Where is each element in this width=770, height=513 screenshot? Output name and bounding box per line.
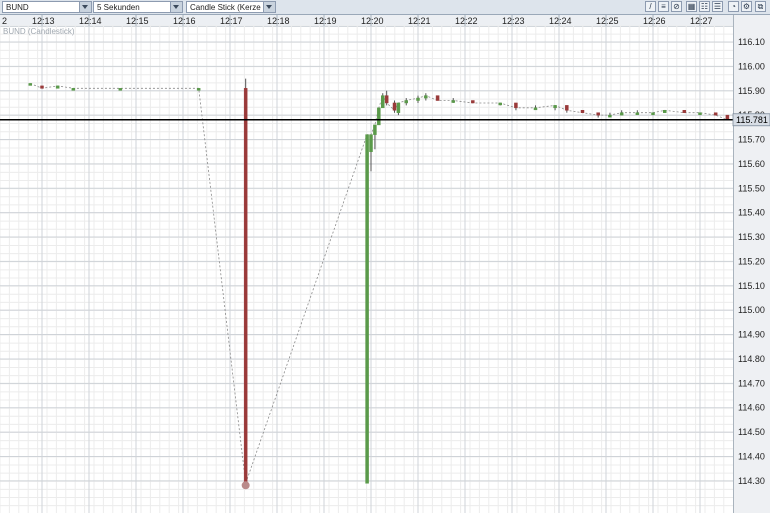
candle-body [553, 105, 557, 109]
candlestick-chart[interactable]: 2 12:13 12:14 12:15 12:16 12:17 12:18 12:19 12:2… [0, 0, 770, 513]
candle-body [608, 114, 612, 118]
candle-body [392, 102, 397, 111]
time-tick-label: 12:17 [220, 16, 243, 26]
candle-body [384, 95, 389, 104]
time-tick-label: 12:27 [690, 16, 713, 26]
price-tick-label: 114.90 [738, 330, 765, 340]
price-tick-label: 114.70 [738, 378, 765, 388]
candle-body [369, 134, 373, 152]
candle-body [635, 112, 640, 115]
time-tick-label: 12:21 [408, 16, 431, 26]
price-tick-label: 114.50 [738, 427, 765, 437]
candle-body [416, 97, 420, 101]
candle-body [396, 102, 401, 113]
time-tick-label: 12:25 [596, 16, 619, 26]
time-tick-label: 12:26 [643, 16, 666, 26]
candle-body [514, 102, 518, 109]
candle-body [596, 112, 600, 116]
price-tick-label: 115.00 [738, 305, 765, 315]
candle-body [381, 95, 385, 109]
time-tick-label: 12:20 [361, 16, 384, 26]
candle-body [373, 124, 377, 135]
price-tick-label: 115.50 [738, 183, 765, 193]
series-label: BUND (Candlestick) [3, 27, 75, 36]
time-tick-label: 12:15 [126, 16, 149, 26]
candle-body [424, 95, 428, 99]
low-marker [241, 481, 250, 490]
price-tick-label: 116.00 [738, 61, 765, 71]
candle-body [651, 112, 655, 115]
price-tick-label: 114.40 [738, 451, 765, 461]
candle-body [619, 112, 624, 116]
time-tick-label: 12:19 [314, 16, 337, 26]
price-tick-label: 115.40 [738, 208, 765, 218]
candle-body [365, 134, 369, 484]
candle-body [196, 88, 201, 91]
candle-body [71, 88, 76, 91]
price-tick-label: 114.30 [738, 476, 765, 486]
candle-body [580, 110, 585, 113]
candle-body [243, 88, 248, 484]
price-tick-label: 115.30 [738, 232, 765, 242]
price-tick-label: 115.70 [738, 135, 765, 145]
price-tick-label: 115.20 [738, 256, 765, 266]
last-price-label: 115.781 [736, 115, 768, 125]
time-tick-label: 12:18 [267, 16, 290, 26]
candle-body [377, 107, 381, 126]
time-tick-label: 12:24 [549, 16, 572, 26]
candle-body [28, 83, 32, 86]
candle-body [498, 102, 502, 106]
price-tick-label: 116.10 [738, 37, 765, 47]
time-tick-label: 12:14 [79, 16, 102, 26]
candle-body [713, 112, 718, 116]
time-tick-label: 12:22 [455, 16, 478, 26]
candle-body [451, 100, 455, 103]
candle-body [533, 107, 538, 111]
candle-body [471, 100, 475, 104]
price-tick-label: 114.80 [738, 354, 765, 364]
time-tick-label: 12:16 [173, 16, 196, 26]
candle-body [682, 110, 687, 113]
time-tick-label: 2 [2, 16, 7, 26]
candle-body [404, 100, 408, 104]
candle-body [698, 112, 702, 115]
price-tick-label: 114.60 [738, 403, 765, 413]
candle-body [435, 95, 440, 101]
time-tick-label: 12:13 [32, 16, 55, 26]
price-tick-label: 115.10 [738, 281, 765, 291]
price-tick-label: 115.90 [738, 86, 765, 96]
price-tick-label: 115.60 [738, 159, 765, 169]
candle-body [565, 105, 569, 111]
candle-body [55, 85, 60, 89]
close-line [30, 83, 728, 484]
candle-body [40, 85, 44, 89]
candle-body [663, 110, 667, 113]
candle-body [118, 88, 123, 91]
time-tick-label: 12:23 [502, 16, 525, 26]
